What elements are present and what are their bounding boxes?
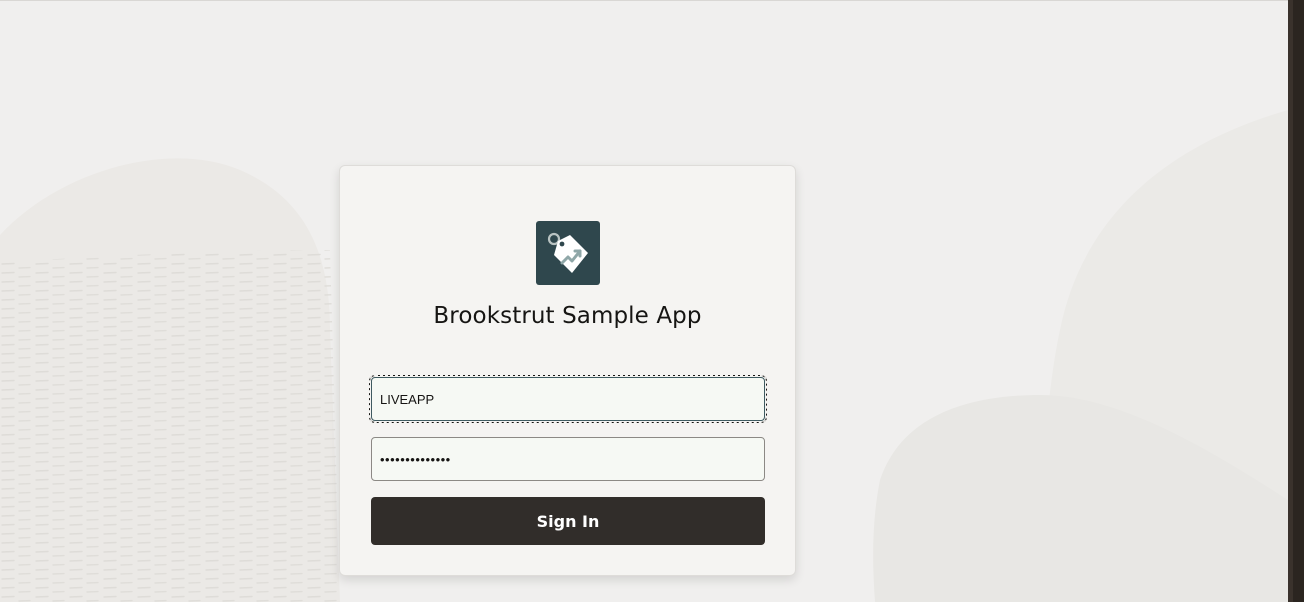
login-card: Brookstrut Sample App Sign In xyxy=(339,165,796,576)
sign-in-button[interactable]: Sign In xyxy=(371,497,765,545)
login-page: Brookstrut Sample App Sign In xyxy=(0,0,1304,602)
username-input[interactable] xyxy=(369,375,767,423)
app-title: Brookstrut Sample App xyxy=(433,303,702,329)
password-input[interactable] xyxy=(371,437,765,481)
price-tag-trend-icon xyxy=(536,221,600,285)
window-edge xyxy=(1288,0,1304,602)
